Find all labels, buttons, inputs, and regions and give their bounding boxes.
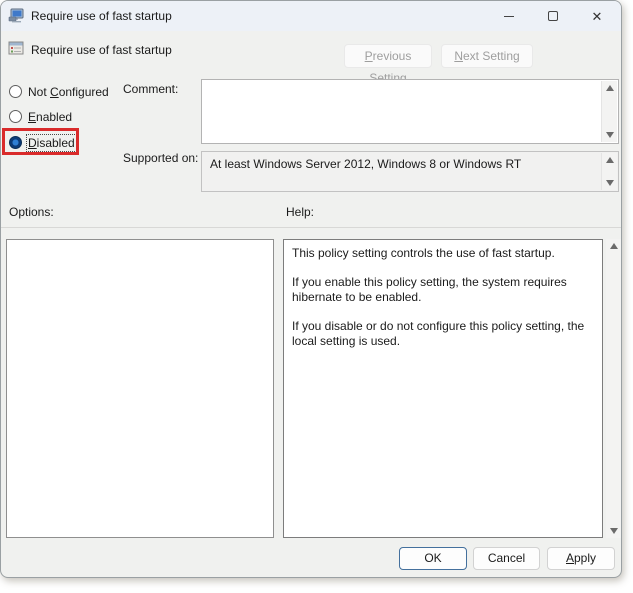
options-label: Options: xyxy=(9,205,54,219)
radio-circle-not-configured[interactable] xyxy=(9,85,22,98)
maximize-button[interactable] xyxy=(531,1,575,31)
help-label: Help: xyxy=(286,205,314,219)
radio-label-enabled: Enabled xyxy=(28,110,72,124)
options-panel xyxy=(6,239,274,538)
scroll-up-icon[interactable] xyxy=(606,157,614,163)
help-paragraph: This policy setting controls the use of … xyxy=(292,246,594,261)
help-scrollbar[interactable] xyxy=(606,239,622,538)
scroll-up-icon[interactable] xyxy=(606,85,614,91)
scroll-down-icon[interactable] xyxy=(606,180,614,186)
radio-circle-disabled-selected[interactable] xyxy=(9,136,22,149)
gpedit-app-icon xyxy=(8,8,24,24)
section-divider xyxy=(1,227,621,228)
minimize-button[interactable] xyxy=(487,1,531,31)
policy-setting-icon xyxy=(8,40,24,56)
setting-name: Require use of fast startup xyxy=(31,43,172,57)
maximize-icon xyxy=(548,11,558,21)
comment-scrollbar[interactable] xyxy=(601,81,617,142)
apply-button[interactable]: Apply xyxy=(547,547,615,570)
close-icon: ✕ xyxy=(592,10,603,23)
apply-label: pply xyxy=(574,551,596,565)
window-title: Require use of fast startup xyxy=(31,9,172,23)
supported-on-label: Supported on: xyxy=(123,151,198,165)
radio-enabled[interactable]: Enabled xyxy=(9,109,72,124)
policy-setting-dialog: Require use of fast startup ✕ Require us… xyxy=(0,0,622,578)
scroll-up-icon[interactable] xyxy=(610,243,618,249)
radio-label-disabled: Disabled xyxy=(28,136,75,150)
radio-circle-enabled[interactable] xyxy=(9,110,22,123)
cancel-button[interactable]: Cancel xyxy=(473,547,540,570)
help-paragraph: If you disable or do not configure this … xyxy=(292,319,594,349)
previous-setting-button[interactable]: Previous Setting xyxy=(344,44,432,68)
comment-textarea[interactable] xyxy=(201,79,619,144)
apply-accesskey: A xyxy=(566,551,574,565)
supported-on-value: At least Windows Server 2012, Windows 8 … xyxy=(210,157,521,171)
caption-buttons: ✕ xyxy=(487,1,619,31)
scroll-down-icon[interactable] xyxy=(610,528,618,534)
titlebar[interactable]: Require use of fast startup ✕ xyxy=(1,1,621,31)
ok-button[interactable]: OK xyxy=(399,547,467,570)
supported-on-scrollbar[interactable] xyxy=(601,153,617,190)
help-panel: This policy setting controls the use of … xyxy=(283,239,603,538)
help-paragraph: If you enable this policy setting, the s… xyxy=(292,275,594,305)
next-setting-label: ext Setting xyxy=(463,49,520,63)
previous-setting-accesskey: P xyxy=(365,49,373,63)
next-setting-button[interactable]: Next Setting xyxy=(441,44,533,68)
screenshot-root: Require use of fast startup ✕ Require us… xyxy=(0,0,633,593)
radio-disabled[interactable]: Disabled xyxy=(9,135,75,150)
radio-not-configured[interactable]: Not Configured xyxy=(9,84,109,99)
close-button[interactable]: ✕ xyxy=(575,1,619,31)
scroll-down-icon[interactable] xyxy=(606,132,614,138)
minimize-icon xyxy=(504,16,514,17)
supported-on-box: At least Windows Server 2012, Windows 8 … xyxy=(201,151,619,192)
radio-label-not-configured: Not Configured xyxy=(28,85,109,99)
next-setting-accesskey: N xyxy=(454,49,463,63)
comment-label: Comment: xyxy=(123,82,178,96)
